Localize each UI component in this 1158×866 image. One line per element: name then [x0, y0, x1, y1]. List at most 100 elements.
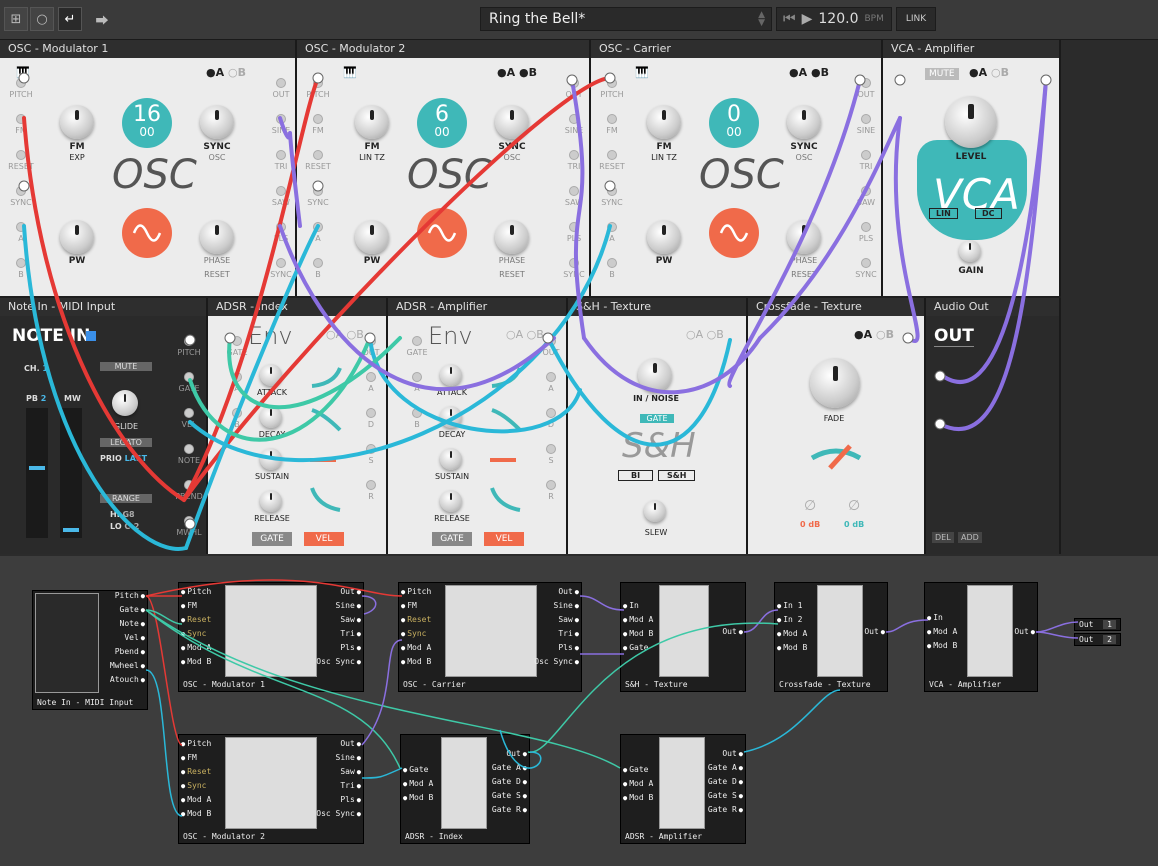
graph-port-mod-a[interactable]: Mod A	[777, 629, 807, 638]
ab-switch[interactable]: ○A ○B	[686, 328, 724, 341]
graph-port-mod-a[interactable]: Mod A	[623, 615, 653, 624]
sustain-knob[interactable]	[440, 448, 462, 470]
graph-port-pbend[interactable]: Pbend	[115, 647, 145, 656]
ab-switch[interactable]: ●A ○B	[206, 66, 246, 79]
graph-node-osc-carrier[interactable]: OSC - Carrier Pitch FM Reset Sync Mod A Mod B…	[398, 582, 582, 692]
port-jack-b[interactable]	[412, 408, 422, 418]
port-jack-pitch[interactable]	[313, 78, 323, 88]
graph-port-mod-a[interactable]: Mod A	[181, 795, 211, 804]
graph-port-in-2[interactable]: In 2	[777, 615, 802, 624]
frequency-display[interactable]: 6 00	[417, 98, 467, 148]
sustain-knob[interactable]	[260, 448, 282, 470]
graph-port-tri[interactable]: Tri	[340, 781, 361, 790]
graph-port-pitch[interactable]: Pitch	[181, 739, 211, 748]
dc-button[interactable]: DC	[975, 208, 1002, 219]
decay-knob[interactable]	[260, 406, 282, 428]
sine-wave-icon[interactable]	[709, 208, 759, 258]
port-jack-gate[interactable]	[232, 336, 242, 346]
graph-port-out[interactable]: Out	[1014, 627, 1035, 636]
graph-port-note[interactable]: Note	[120, 619, 145, 628]
graph-port-sync[interactable]: Sync	[181, 629, 206, 638]
phase-knob[interactable]	[200, 220, 234, 254]
graph-node-vca[interactable]: VCA - Amplifier In Mod A Mod B Out	[924, 582, 1038, 692]
db2-value[interactable]: 0 dB	[844, 520, 864, 529]
hi-value[interactable]: G8	[122, 510, 134, 519]
graph-port-mod-b[interactable]: Mod B	[927, 641, 957, 650]
slew-knob[interactable]	[644, 500, 666, 522]
pw-knob[interactable]	[647, 220, 681, 254]
pw-knob[interactable]	[355, 220, 389, 254]
graph-port-mod-a[interactable]: Mod A	[401, 643, 431, 652]
graph-port-mod-a[interactable]: Mod A	[403, 779, 433, 788]
graph-port-mod-b[interactable]: Mod B	[181, 657, 211, 666]
port-jack-saw[interactable]	[861, 186, 871, 196]
port-jack-sync[interactable]	[276, 258, 286, 268]
graph-port-mwheel[interactable]: Mwheel	[110, 661, 145, 670]
port-jack-a[interactable]	[16, 222, 26, 232]
port-jack-gate[interactable]	[412, 336, 422, 346]
graph-port-gate[interactable]: Gate	[623, 643, 648, 652]
port-jack-fm[interactable]	[313, 114, 323, 124]
port-jack-sync[interactable]	[16, 186, 26, 196]
port-jack-a[interactable]	[546, 372, 556, 382]
port-jack-b[interactable]	[232, 408, 242, 418]
sh-button[interactable]: S&H	[658, 470, 696, 481]
graph-port-tri[interactable]: Tri	[340, 629, 361, 638]
port-jack-reset[interactable]	[16, 150, 26, 160]
vel-button[interactable]: VEL	[304, 532, 344, 546]
bi-button[interactable]: BI	[618, 470, 654, 481]
keyboard-icon[interactable]: 🎹	[16, 66, 30, 79]
graph-node-osc-modulator-1[interactable]: OSC - Modulator 1 Pitch FM Reset Sync Mod A M…	[178, 582, 364, 692]
legato-button[interactable]: LEGATO	[100, 438, 152, 447]
lin-button[interactable]: LIN	[929, 208, 958, 219]
graph-port-mod-b[interactable]: Mod B	[777, 643, 807, 652]
graph-port-pitch[interactable]: Pitch	[181, 587, 211, 596]
port-jack-note[interactable]	[184, 444, 194, 454]
fade-knob[interactable]	[810, 358, 860, 408]
graph-port-osc-sync[interactable]: Osc Sync	[316, 809, 361, 818]
graph-port-in-1[interactable]: In 1	[777, 601, 802, 610]
circle-icon[interactable]: ○	[30, 7, 54, 31]
ab-switch[interactable]: ●A ●B	[497, 66, 537, 79]
sine-wave-icon[interactable]	[417, 208, 467, 258]
port-jack-a[interactable]	[232, 372, 242, 382]
ab-switch[interactable]: ●A ○B	[969, 66, 1009, 79]
graph-port-reset[interactable]: Reset	[401, 615, 431, 624]
port-jack-mwhl[interactable]	[184, 516, 194, 526]
attack-knob[interactable]	[440, 364, 462, 386]
port-jack-sine[interactable]	[569, 114, 579, 124]
gate-button[interactable]: GATE	[640, 414, 674, 423]
graph-port-vel[interactable]: Vel	[124, 633, 145, 642]
add-button[interactable]: ADD	[958, 532, 982, 543]
keyboard-icon[interactable]: 🎹	[343, 66, 357, 79]
graph-port-mod-b[interactable]: Mod B	[401, 657, 431, 666]
ab-switch[interactable]: ○A ○B	[506, 328, 544, 341]
decay-knob[interactable]	[440, 406, 462, 428]
port-jack-pls[interactable]	[276, 222, 286, 232]
level-knob[interactable]	[945, 96, 997, 148]
graph-port-in[interactable]: In	[623, 601, 639, 610]
return-icon[interactable]: ↵	[58, 7, 82, 31]
graph-port-out[interactable]: Out	[506, 749, 527, 758]
port-jack-b[interactable]	[16, 258, 26, 268]
port-jack-fm[interactable]	[607, 114, 617, 124]
port-jack-gate[interactable]	[184, 372, 194, 382]
port-jack-a[interactable]	[313, 222, 323, 232]
graph-audio-out-1[interactable]: Out 1	[1074, 618, 1121, 631]
port-jack-pls[interactable]	[861, 222, 871, 232]
prio-value[interactable]: LAST	[125, 454, 148, 463]
port-jack-pitch[interactable]	[607, 78, 617, 88]
port-jack-s[interactable]	[366, 444, 376, 454]
port-jack-sync[interactable]	[569, 258, 579, 268]
ab-switch[interactable]: ●A ●B	[789, 66, 829, 79]
in-noise-knob[interactable]	[638, 358, 672, 392]
graph-port-saw[interactable]: Saw	[340, 615, 361, 624]
port-jack-pbend[interactable]	[184, 480, 194, 490]
graph-port-out[interactable]: Out	[340, 587, 361, 596]
graph-port-out[interactable]: Out	[864, 627, 885, 636]
port-jack-pitch[interactable]	[16, 78, 26, 88]
graph-port-gate-d[interactable]: Gate D	[708, 777, 743, 786]
graph-port-reset[interactable]: Reset	[181, 615, 211, 624]
graph-port-fm[interactable]: FM	[181, 753, 197, 762]
port-jack-saw[interactable]	[569, 186, 579, 196]
